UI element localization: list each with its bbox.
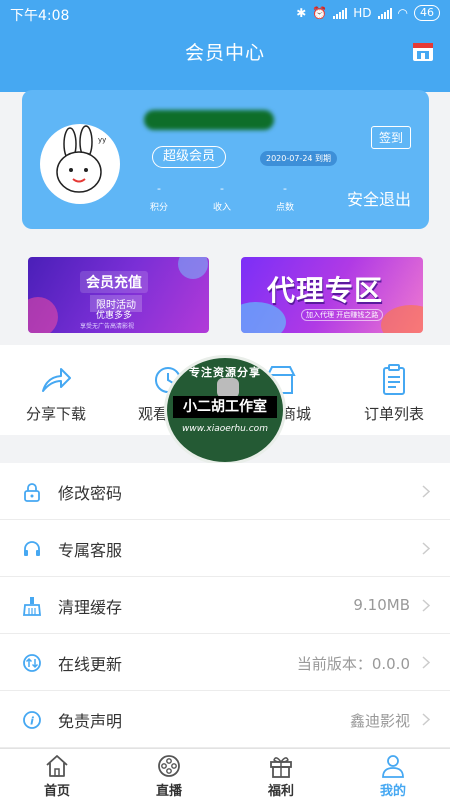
agent-banner[interactable]: 代理专区 加入代理 开启赚钱之路 [241, 257, 423, 333]
nav-tab-label: 福利 [267, 784, 294, 799]
watermark-band-text: 小二胡工作室 [173, 396, 277, 418]
banner-deco [381, 305, 423, 333]
signin-button[interactable]: 签到 [370, 126, 411, 149]
quick-action-label: 订单列表 [363, 405, 424, 423]
agent-foot: 加入代理 开启赚钱之路 [301, 309, 384, 321]
settings-row-disclaimer[interactable]: i 免责声明 鑫迪影视 [0, 691, 450, 748]
chevron-right-icon [422, 599, 430, 612]
status-icons: ✱ ⏰ HD ◠ 46 [296, 5, 440, 21]
settings-list: 修改密码 专属客服 清理缓存 9.10MB 在线更新 当前版本：0.0.0 i … [0, 463, 450, 748]
settings-row-label: 清理缓存 [58, 598, 123, 617]
nav-tab-mine[interactable]: 我的 [363, 753, 423, 799]
stat-credits: - 点数 [265, 182, 305, 213]
settings-row-change-password[interactable]: 修改密码 [0, 463, 450, 520]
signal-icon-2 [377, 7, 392, 19]
member-card: yy 超级会员 2020-07-24 到期 - 积分 - 收入 - 点数 签到 … [22, 90, 429, 229]
recharge-title: 会员充值 [80, 271, 148, 293]
settings-row-value: 当前版本：0.0.0 [296, 655, 410, 673]
settings-row-label: 专属客服 [58, 541, 123, 560]
user-icon [382, 755, 404, 778]
settings-row-value: 鑫迪影视 [349, 712, 410, 730]
stat-label: 收入 [212, 203, 231, 213]
svg-text:yy: yy [98, 136, 106, 144]
calendar-icon[interactable] [412, 40, 434, 62]
nav-tab-label: 直播 [155, 784, 182, 799]
status-bar: 下午4:08 ✱ ⏰ HD ◠ 46 [0, 0, 450, 28]
recharge-banner[interactable]: 会员充值 限时活动 优惠多多 享受无广告高清影视 [28, 257, 209, 333]
svg-text:i: i [30, 715, 34, 728]
stat-label: 积分 [149, 203, 168, 213]
status-time: 下午4:08 [10, 8, 70, 24]
update-icon [23, 654, 41, 672]
bluetooth-icon: ✱ [296, 6, 307, 20]
nav-tab-welfare[interactable]: 福利 [251, 753, 311, 799]
banner-deco [178, 257, 208, 279]
stat-value: - [157, 182, 161, 195]
info-icon: i [23, 711, 41, 729]
watermark-url-text: www.xiaoerhu.com [182, 424, 268, 434]
stat-value: - [220, 182, 224, 195]
logout-button[interactable]: 安全退出 [347, 186, 411, 210]
settings-row-value: 9.10MB [353, 596, 410, 614]
watermark-face-icon [217, 378, 239, 398]
share-download-button[interactable]: 分享下载 [0, 363, 112, 424]
gift-icon [270, 757, 292, 778]
nav-tab-label: 首页 [43, 784, 70, 799]
header-bar: 下午4:08 ✱ ⏰ HD ◠ 46 会员中心 [0, 0, 450, 92]
lock-icon [24, 483, 40, 502]
stat-income: - 收入 [202, 182, 242, 213]
nav-tab-live[interactable]: 直播 [139, 753, 199, 799]
quick-action-label: 分享下载 [25, 405, 86, 423]
share-icon [42, 368, 71, 392]
watermark-seal: 专注资源分享 小二胡工作室 www.xiaoerhu.com [164, 355, 286, 465]
film-reel-icon [158, 755, 180, 777]
settings-row-online-update[interactable]: 在线更新 当前版本：0.0.0 [0, 634, 450, 691]
clipboard-icon [383, 364, 405, 395]
settings-row-customer-service[interactable]: 专属客服 [0, 520, 450, 577]
chevron-right-icon [422, 542, 430, 555]
stat-value: - [283, 182, 287, 195]
battery-icon: 46 [414, 5, 440, 21]
bottom-nav: 首页 直播 福利 我的 [0, 748, 450, 800]
chevron-right-icon [422, 656, 430, 669]
masked-username [144, 110, 274, 130]
settings-row-label: 免责声明 [58, 712, 123, 731]
vip-expiry: 2020-07-24 到期 [260, 151, 338, 166]
order-list-button[interactable]: 订单列表 [338, 363, 450, 424]
rabbit-avatar-icon: yy [56, 125, 106, 193]
recharge-foot: 享受无广告高清影视 [80, 323, 135, 330]
settings-row-clear-cache[interactable]: 清理缓存 9.10MB [0, 577, 450, 634]
headset-icon [24, 541, 40, 556]
agent-title: 代理专区 [267, 274, 384, 307]
wifi-icon: ◠ [397, 6, 408, 20]
recharge-sub2: 优惠多多 [96, 311, 133, 321]
settings-row-label: 修改密码 [58, 484, 123, 503]
banner-deco [28, 297, 58, 333]
alarm-off-icon: ⏰ [312, 6, 328, 20]
signal-icon [333, 7, 348, 19]
chevron-right-icon [422, 485, 430, 498]
settings-row-label: 在线更新 [58, 655, 123, 674]
network-type: HD [353, 6, 372, 20]
nav-tab-label: 我的 [379, 784, 406, 799]
avatar[interactable]: yy [40, 124, 120, 204]
stat-label: 点数 [275, 203, 294, 213]
home-icon [46, 755, 68, 777]
broom-icon [23, 597, 41, 616]
page-title: 会员中心 [184, 42, 265, 64]
stat-points: - 积分 [139, 182, 179, 213]
vip-badge: 超级会员 [152, 146, 227, 168]
nav-tab-home[interactable]: 首页 [27, 753, 87, 799]
chevron-right-icon [422, 713, 430, 726]
